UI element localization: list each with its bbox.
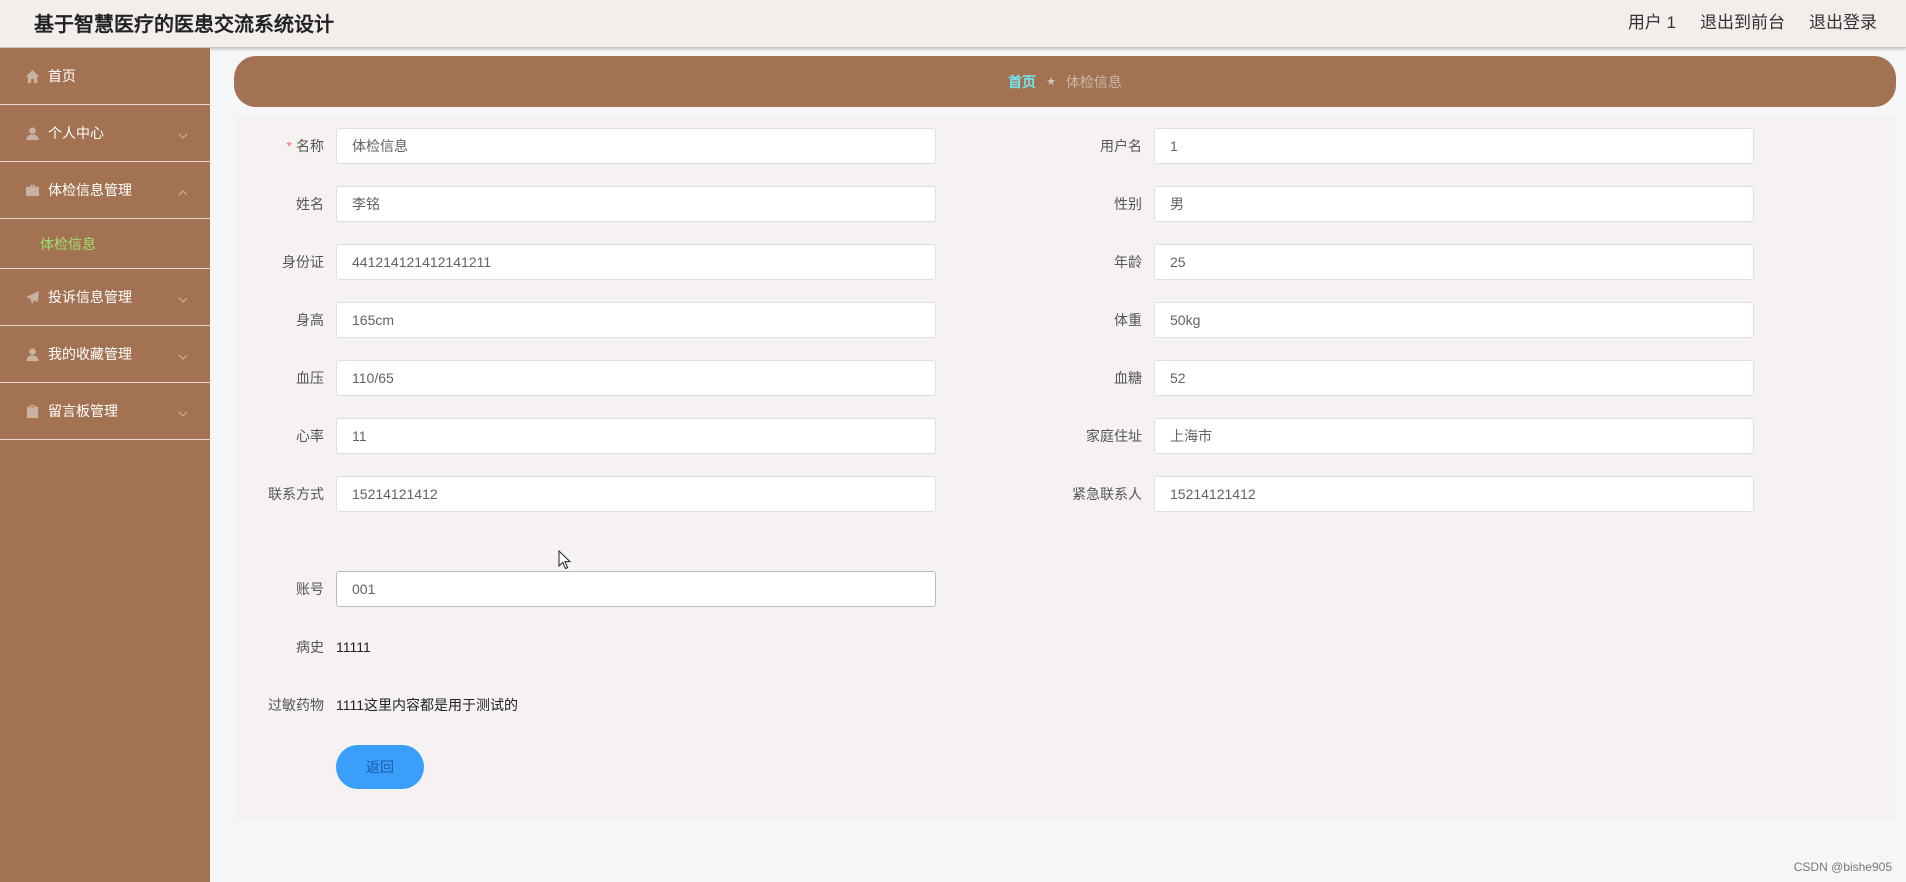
account-label: 账号 <box>296 581 324 597</box>
name-label: 名称 <box>296 138 324 154</box>
top-bar: 基于智慧医疗的医患交流系统设计 用户 1 退出到前台 退出登录 <box>0 0 1906 48</box>
blood-pressure-input[interactable] <box>336 360 936 396</box>
weight-input[interactable] <box>1154 302 1754 338</box>
sidebar-item-label: 我的收藏管理 <box>48 346 132 362</box>
gender-input[interactable] <box>1154 186 1754 222</box>
gender-label: 性别 <box>1114 196 1142 212</box>
clipboard-icon <box>24 403 40 419</box>
logout-link[interactable]: 退出登录 <box>1809 8 1877 33</box>
emergency-contact-input[interactable] <box>1154 476 1754 512</box>
field-contact: 联系方式 <box>244 476 944 512</box>
user-icon <box>24 125 40 141</box>
blood-pressure-label: 血压 <box>296 370 324 386</box>
field-name: * 名称 <box>244 128 944 164</box>
briefcase-icon <box>24 182 40 198</box>
blood-sugar-input[interactable] <box>1154 360 1754 396</box>
paper-plane-icon <box>24 289 40 305</box>
chevron-down-icon <box>178 406 188 417</box>
heart-rate-label: 心率 <box>296 428 324 444</box>
sidebar-item-complaint-management[interactable]: 投诉信息管理 <box>0 269 210 326</box>
height-label: 身高 <box>296 312 324 328</box>
current-user-link[interactable]: 用户 1 <box>1628 8 1676 33</box>
username-input[interactable] <box>1154 128 1754 164</box>
field-blood-pressure: 血压 <box>244 360 944 396</box>
chevron-up-icon <box>178 185 188 196</box>
sidebar-item-label: 体检信息管理 <box>48 182 132 198</box>
field-emergency-contact: 紧急联系人 <box>1062 476 1762 512</box>
field-heart-rate: 心率 <box>244 418 944 454</box>
name-input[interactable] <box>336 128 936 164</box>
weight-label: 体重 <box>1114 312 1142 328</box>
contact-label: 联系方式 <box>268 486 324 502</box>
sidebar-item-label: 留言板管理 <box>48 403 118 419</box>
field-realname: 姓名 <box>244 186 944 222</box>
back-button[interactable]: 返回 <box>336 745 424 789</box>
exit-to-frontend-link[interactable]: 退出到前台 <box>1700 8 1785 33</box>
field-weight: 体重 <box>1062 302 1762 338</box>
field-height: 身高 <box>244 302 944 338</box>
mouse-cursor-icon <box>558 549 572 570</box>
sidebar-item-label: 投诉信息管理 <box>48 289 132 305</box>
top-links: 用户 1 退出到前台 退出登录 <box>1628 8 1877 33</box>
sidebar-subitem-checkup-info[interactable]: 体检信息 <box>0 219 210 269</box>
blood-sugar-label: 血糖 <box>1114 370 1142 386</box>
sidebar-subitem-label[interactable]: 体检信息 <box>40 234 96 254</box>
home-icon <box>24 68 40 84</box>
field-label: * 名称 <box>244 128 324 164</box>
breadcrumb: 首页 ★ 体检信息 <box>234 56 1896 107</box>
user-icon <box>24 346 40 362</box>
contact-input[interactable] <box>336 476 936 512</box>
sidebar-item-message-board[interactable]: 留言板管理 <box>0 383 210 440</box>
chevron-down-icon <box>178 292 188 303</box>
field-username: 用户名 <box>1062 128 1762 164</box>
field-account: 账号 <box>244 571 944 607</box>
detail-form-panel: *名称 用户名 姓名 性别 身份证 年龄 身高 体重 血压 血糖 <box>234 115 1896 821</box>
heart-rate-input[interactable] <box>336 418 936 454</box>
address-input[interactable] <box>1154 418 1754 454</box>
breadcrumb-separator-icon: ★ <box>1046 76 1056 88</box>
chevron-down-icon <box>178 349 188 360</box>
field-blood-sugar: 血糖 <box>1062 360 1762 396</box>
chevron-down-icon <box>178 128 188 139</box>
idcard-label: 身份证 <box>282 254 324 270</box>
medical-history-label: 病史 <box>296 639 324 655</box>
sidebar-item-favorites-management[interactable]: 我的收藏管理 <box>0 326 210 383</box>
emergency-contact-label: 紧急联系人 <box>1072 486 1142 502</box>
account-input[interactable] <box>336 571 936 607</box>
field-idcard: 身份证 <box>244 244 944 280</box>
age-label: 年龄 <box>1114 254 1142 270</box>
field-address: 家庭住址 <box>1062 418 1762 454</box>
age-input[interactable] <box>1154 244 1754 280</box>
sidebar-item-personal-center[interactable]: 个人中心 <box>0 105 210 162</box>
medical-history-value: 11111 <box>336 639 371 655</box>
address-label: 家庭住址 <box>1086 428 1142 444</box>
required-mark: * <box>286 138 292 154</box>
app-title: 基于智慧医疗的医患交流系统设计 <box>34 14 334 36</box>
allergy-value: 1111这里内容都是用于测试的 <box>336 697 519 713</box>
allergy-label: 过敏药物 <box>268 697 324 713</box>
sidebar: 首页 个人中心 体检信息管理 体检信息 投诉信息管理 我的收藏管理 留言板管理 <box>0 48 210 882</box>
breadcrumb-current: 体检信息 <box>1065 73 1122 90</box>
sidebar-item-checkup-management[interactable]: 体检信息管理 <box>0 162 210 219</box>
field-gender: 性别 <box>1062 186 1762 222</box>
form-actions: 返回 <box>244 745 944 789</box>
height-input[interactable] <box>336 302 936 338</box>
sidebar-item-home[interactable]: 首页 <box>0 48 210 105</box>
field-allergy: 过敏药物 1111这里内容都是用于测试的 <box>244 687 944 723</box>
watermark: CSDN @bishe905 <box>1793 860 1892 874</box>
breadcrumb-home-link[interactable]: 首页 <box>1008 72 1036 92</box>
realname-label: 姓名 <box>296 196 324 212</box>
username-label: 用户名 <box>1100 138 1142 154</box>
realname-input[interactable] <box>336 186 936 222</box>
sidebar-item-label: 首页 <box>48 68 76 84</box>
field-medical-history: 病史 11111 <box>244 629 944 665</box>
field-age: 年龄 <box>1062 244 1762 280</box>
idcard-input[interactable] <box>336 244 936 280</box>
sidebar-item-label: 个人中心 <box>48 125 104 141</box>
